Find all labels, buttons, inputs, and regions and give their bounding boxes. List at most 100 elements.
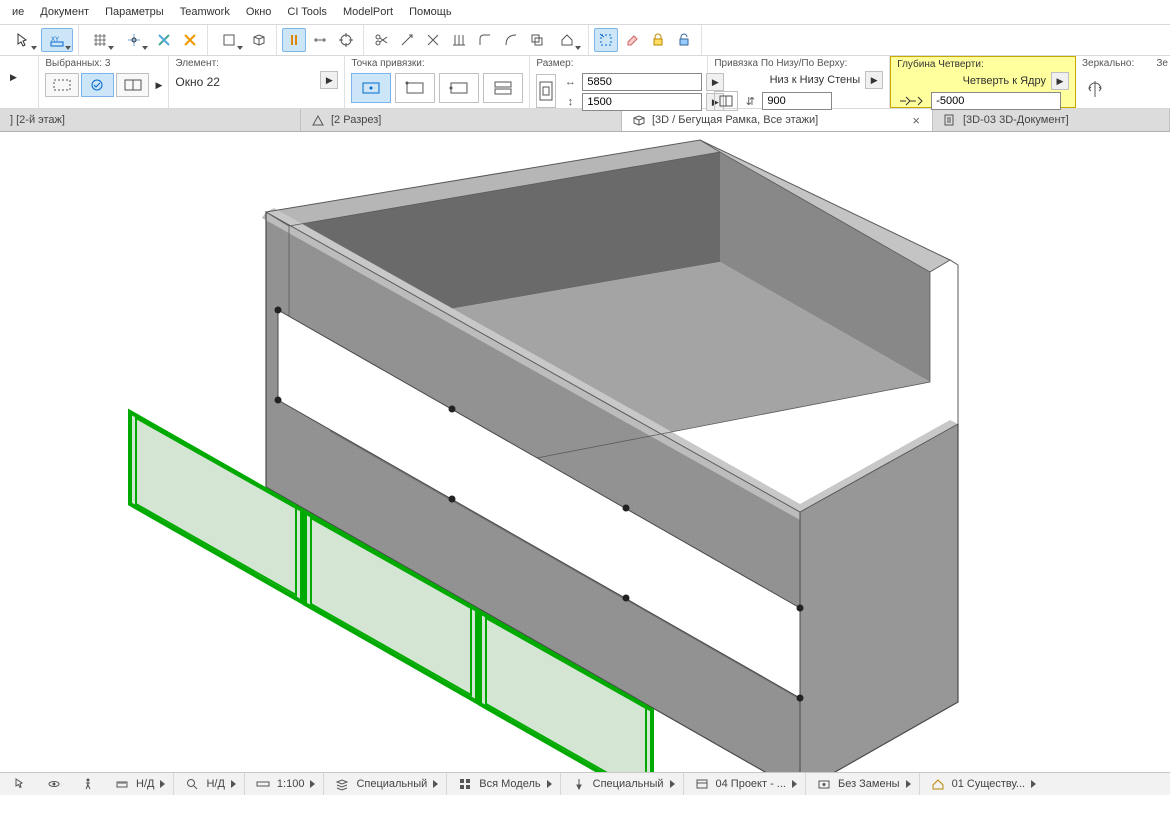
- panel-selection: Выбранных: 3 ▶: [39, 56, 169, 108]
- sb-project-icon[interactable]: [692, 775, 712, 793]
- anchor-stack[interactable]: [483, 73, 523, 103]
- menu-item[interactable]: Teamwork: [172, 4, 238, 20]
- anchor-side[interactable]: [439, 73, 479, 103]
- depth-caption-go[interactable]: ▶: [1051, 72, 1069, 90]
- tool-guide-orange[interactable]: [178, 28, 202, 52]
- bind-caption-go[interactable]: ▶: [865, 71, 883, 89]
- tab-label: [3D / Бегущая Рамка, Все этажи]: [652, 114, 818, 126]
- mirror-cut-label: Зе: [1156, 58, 1168, 69]
- panel-bind: Привязка По Низу/По Верху: Низ к Низу Ст…: [708, 56, 890, 108]
- tool-intersect[interactable]: [421, 28, 445, 52]
- height-icon: ↕: [562, 94, 578, 110]
- tool-cube[interactable]: [247, 28, 271, 52]
- tool-cursor[interactable]: [7, 28, 39, 52]
- anchor-label: Точка привязки:: [351, 58, 523, 69]
- sb-model-icon[interactable]: [455, 775, 475, 793]
- bind-elev-icon: ⇵: [742, 93, 758, 109]
- menu-item[interactable]: ModelPort: [335, 4, 401, 20]
- depth-value-input[interactable]: [931, 92, 1061, 110]
- panel-size: Размер: ↔ ▶ ↕ ▶: [530, 56, 708, 108]
- sb-special2: Специальный: [593, 778, 664, 790]
- tool-guide-blue[interactable]: [152, 28, 176, 52]
- panel-mirror: Зеркально:: [1076, 56, 1154, 108]
- view-tabs: ] [2-й этаж] [2 Разрез] [3D / Бегущая Ра…: [0, 109, 1170, 132]
- menu-item[interactable]: Помощь: [401, 4, 460, 20]
- anchor-center[interactable]: [351, 73, 391, 103]
- menu-item[interactable]: ие: [4, 4, 32, 20]
- anchor-corner[interactable]: [395, 73, 435, 103]
- tab-3d-view[interactable]: [3D / Бегущая Рамка, Все этажи] ×: [622, 109, 933, 131]
- sb-house-icon[interactable]: [928, 775, 948, 793]
- sb-arrow[interactable]: [792, 780, 797, 788]
- size-link-icon[interactable]: [536, 74, 556, 108]
- sb-ruler-icon[interactable]: [253, 775, 273, 793]
- tab-3d-document[interactable]: [3D-03 3D-Документ]: [933, 109, 1170, 131]
- tool-dimension[interactable]: [308, 28, 332, 52]
- sb-model: Вся Модель: [479, 778, 540, 790]
- sb-arrow[interactable]: [547, 780, 552, 788]
- mirror-button[interactable]: [1082, 75, 1110, 103]
- tool-grid[interactable]: [84, 28, 116, 52]
- tab-section[interactable]: [2 Разрез]: [301, 109, 622, 131]
- sel-more[interactable]: ▶: [155, 80, 162, 91]
- tool-marquee[interactable]: [594, 28, 618, 52]
- menu-item[interactable]: Параметры: [97, 4, 172, 20]
- menu-bar: ие Документ Параметры Teamwork Окно CI T…: [0, 0, 1170, 24]
- tool-xy-plane[interactable]: XY: [41, 28, 73, 52]
- tool-offset[interactable]: [525, 28, 549, 52]
- tool-layer[interactable]: [213, 28, 245, 52]
- status-bar: Н/Д Н/Д 1:100 Специальный Вся Модель Спе…: [0, 772, 1170, 795]
- sb-pin-icon[interactable]: [569, 775, 589, 793]
- sb-walk[interactable]: [78, 775, 98, 793]
- cube-icon: [632, 113, 646, 127]
- sb-cursor[interactable]: [10, 775, 30, 793]
- sb-layers-icon[interactable]: [332, 775, 352, 793]
- element-settings-button[interactable]: ▶: [320, 71, 338, 89]
- tab-floor-plan[interactable]: ] [2-й этаж]: [0, 109, 301, 131]
- sb-arrow[interactable]: [433, 780, 438, 788]
- tool-suspend[interactable]: [282, 28, 306, 52]
- sel-method-1[interactable]: [45, 73, 78, 97]
- tab-close-button[interactable]: ×: [910, 113, 922, 128]
- sb-scale-icon[interactable]: [112, 775, 132, 793]
- menu-item[interactable]: Окно: [238, 4, 280, 20]
- height-input[interactable]: [582, 93, 702, 111]
- tab-label: [2 Разрез]: [331, 114, 381, 126]
- panel-anchor: Точка привязки:: [345, 56, 530, 108]
- width-input[interactable]: [582, 73, 702, 91]
- doc-icon: [943, 113, 957, 127]
- sb-zoom-icon[interactable]: [182, 775, 202, 793]
- tab-label: [3D-03 3D-Документ]: [963, 114, 1069, 126]
- bind-icon[interactable]: [714, 91, 738, 111]
- sb-arrow[interactable]: [670, 780, 675, 788]
- viewport-3d[interactable]: [0, 132, 1170, 772]
- tool-scissors[interactable]: [369, 28, 393, 52]
- tool-arc[interactable]: [499, 28, 523, 52]
- sb-arrow[interactable]: [1031, 780, 1036, 788]
- tool-adjust[interactable]: [395, 28, 419, 52]
- sb-arrow[interactable]: [906, 780, 911, 788]
- sb-arrow[interactable]: [160, 780, 165, 788]
- tool-lock[interactable]: [646, 28, 670, 52]
- tool-eraser[interactable]: [620, 28, 644, 52]
- tool-align[interactable]: [447, 28, 471, 52]
- tool-target[interactable]: [334, 28, 358, 52]
- sel-method-2[interactable]: [81, 73, 114, 97]
- sb-project: 04 Проект - ...: [716, 778, 786, 790]
- sel-method-3[interactable]: [116, 73, 149, 97]
- depth-label: Глубина Четверти:: [897, 59, 1069, 70]
- panel-arrow: ▶: [0, 56, 39, 108]
- tool-snap[interactable]: [118, 28, 150, 52]
- tool-unlock[interactable]: [672, 28, 696, 52]
- menu-item[interactable]: Документ: [32, 4, 97, 20]
- sb-arrow[interactable]: [231, 780, 236, 788]
- sb-orbit[interactable]: [44, 775, 64, 793]
- sb-replace-icon[interactable]: [814, 775, 834, 793]
- sb-arrow[interactable]: [310, 780, 315, 788]
- bind-value-input[interactable]: [762, 92, 832, 110]
- tool-home[interactable]: [551, 28, 583, 52]
- tool-fillet[interactable]: [473, 28, 497, 52]
- menu-item[interactable]: CI Tools: [279, 4, 335, 20]
- panel-mirror-cut: Зе: [1154, 56, 1170, 108]
- sb-noreplace: Без Замены: [838, 778, 900, 790]
